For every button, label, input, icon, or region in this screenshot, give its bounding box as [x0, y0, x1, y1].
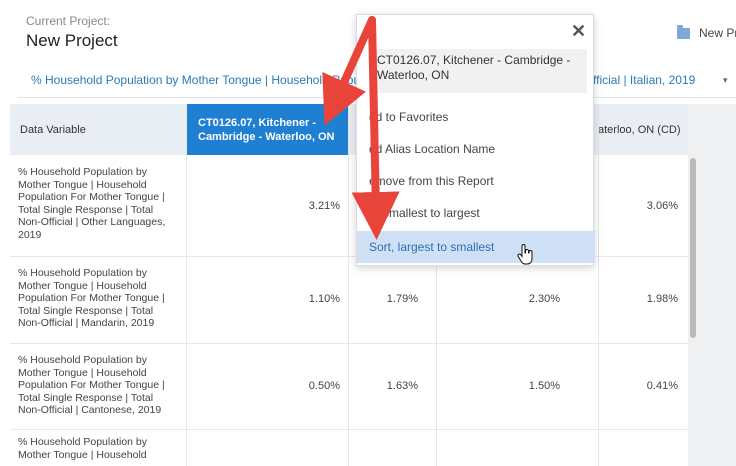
cell-value: 3.06%	[646, 200, 678, 212]
cell-value: 2.30%	[528, 293, 560, 305]
cell-value: 1.50%	[528, 380, 560, 392]
menu-title: CT0126.07, Kitchener - Cambridge - Water…	[369, 49, 587, 93]
cell-value: 3.21%	[308, 200, 340, 212]
new-project-button[interactable]: New Pr	[677, 24, 736, 40]
column-header-4[interactable]: aterloo, ON (CD)	[598, 104, 688, 155]
variable-selector-tail[interactable]: fficial | Italian, 2019	[593, 73, 695, 87]
cell-value: 0.41%	[646, 380, 678, 392]
row-variable-label: % Household Population by Mother Tongue …	[18, 166, 166, 241]
menu-item-sort-ascending[interactable]: rt, smallest to largest	[357, 197, 595, 229]
project-label: Current Project:	[26, 14, 111, 28]
chevron-down-icon[interactable]: ▾	[723, 75, 728, 86]
cell-value: 1.63%	[386, 380, 418, 392]
row-variable-label: % Household Population by Mother Tongue …	[18, 436, 148, 461]
column-header-selected[interactable]: CT0126.07, Kitchener - Cambridge - Water…	[186, 104, 348, 155]
row-variable-label: % Household Population by Mother Tongue …	[18, 354, 165, 416]
table-row: % Household Population by Mother Tongue …	[10, 430, 688, 466]
menu-item-add-favorites[interactable]: dd to Favorites	[357, 101, 595, 133]
close-icon[interactable]: ✕	[571, 21, 586, 42]
table-row: % Household Population by Mother Tongue …	[10, 344, 688, 430]
column-header-variable[interactable]: Data Variable	[10, 104, 186, 155]
cell-value: 0.50%	[308, 380, 340, 392]
cell-value: 1.10%	[308, 293, 340, 305]
folder-icon	[677, 24, 690, 39]
menu-item-remove[interactable]: emove from this Report	[357, 165, 595, 197]
variable-selector-text[interactable]: % Household Population by Mother Tongue …	[31, 73, 363, 87]
cell-value: 1.98%	[646, 293, 678, 305]
hand-cursor-icon	[517, 244, 533, 265]
column-context-menu: ✕ CT0126.07, Kitchener - Cambridge - Wat…	[356, 14, 595, 266]
cell-value: 1.79%	[386, 293, 418, 305]
new-project-label: New Pr	[699, 26, 736, 40]
project-name[interactable]: New Project	[26, 31, 118, 51]
menu-item-sort-descending[interactable]: Sort, largest to smallest	[357, 231, 595, 263]
vertical-scrollbar[interactable]	[690, 158, 696, 338]
menu-item-add-alias[interactable]: dd Alias Location Name	[357, 133, 595, 165]
table-row: % Household Population by Mother Tongue …	[10, 257, 688, 343]
row-variable-label: % Household Population by Mother Tongue …	[18, 267, 165, 329]
